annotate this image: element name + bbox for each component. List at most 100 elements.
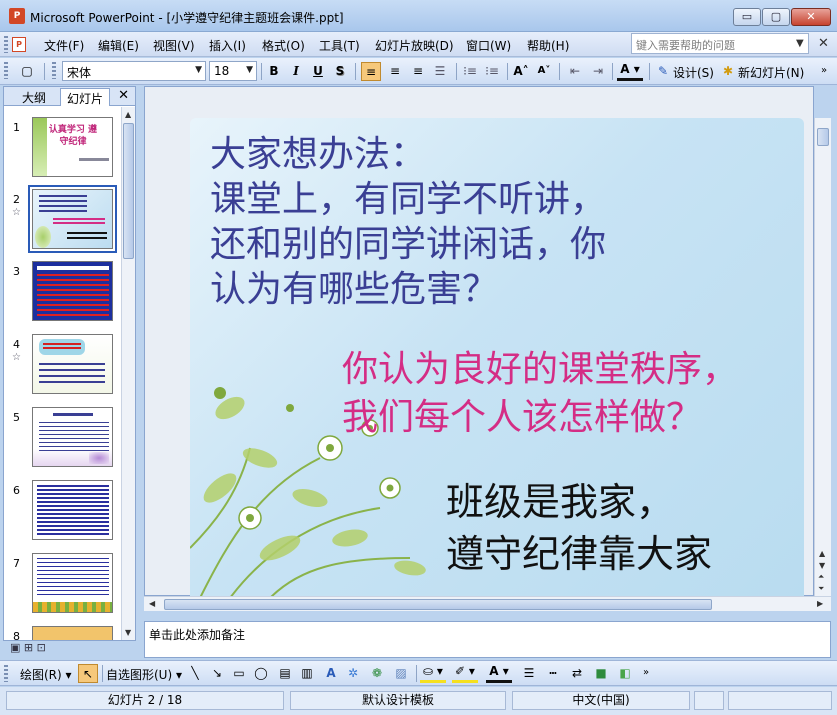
scrollbar-thumb[interactable]	[164, 599, 712, 610]
scroll-left-icon[interactable]: ◀	[149, 599, 155, 608]
rectangle-tool-icon[interactable]: ▭	[230, 664, 248, 683]
draw-menu-button[interactable]: 绘图(R) ▾	[20, 666, 72, 683]
normal-view-icon[interactable]: ▣	[10, 641, 20, 654]
scroll-down-icon[interactable]: ▼	[819, 561, 825, 570]
scroll-down-icon[interactable]: ▼	[125, 628, 131, 637]
new-slide-button[interactable]: 新幻灯片(N)	[738, 64, 804, 81]
bullet-list-icon[interactable]: ⁝≡	[482, 62, 502, 81]
shadow-button[interactable]: S	[331, 62, 349, 81]
slogan-text[interactable]: 班级是我家， 遵守纪律靠大家	[446, 476, 712, 580]
menu-format[interactable]: 格式(O)	[262, 37, 305, 54]
slide-sorter-icon[interactable]: ⊞	[24, 641, 33, 654]
document-icon[interactable]: P	[12, 37, 26, 52]
decrease-font-icon[interactable]: A˅	[534, 62, 554, 81]
distributed-align-icon[interactable]: ☰	[430, 62, 450, 81]
slide-canvas[interactable]: 大家想办法： 课堂上，有同学不听讲， 还和别的同学讲闲话，你 认为有哪些危害？ …	[190, 118, 804, 596]
new-document-icon[interactable]: ▢	[18, 62, 36, 81]
vertical-textbox-icon[interactable]: ▥	[298, 664, 316, 683]
document-close-icon[interactable]: ✕	[818, 36, 829, 51]
slide-thumbnail-4[interactable]	[32, 334, 113, 394]
font-size-select[interactable]: 18 ▼	[209, 61, 257, 81]
decrease-indent-icon[interactable]: ⇤	[565, 62, 585, 81]
slide-thumbnail-3[interactable]	[32, 261, 113, 321]
slide-thumbnail-8[interactable]	[32, 626, 113, 640]
increase-indent-icon[interactable]: ⇥	[588, 62, 608, 81]
pane-close-icon[interactable]: ✕	[118, 88, 129, 103]
next-slide-icon[interactable]: ⏷	[818, 584, 824, 594]
help-dropdown-icon[interactable]: ▼	[796, 38, 804, 49]
insert-picture-icon[interactable]: ▨	[392, 664, 410, 683]
italic-button[interactable]: I	[287, 62, 305, 81]
menu-file[interactable]: 文件(F)	[44, 37, 84, 54]
new-slide-icon[interactable]: ✱	[720, 62, 736, 81]
slide-thumbnail-1[interactable]: 认真学习 遵守纪律	[32, 117, 113, 177]
scrollbar-thumb[interactable]	[123, 123, 134, 259]
diagram-icon[interactable]: ✲	[344, 664, 362, 683]
scroll-up-icon[interactable]: ▲	[125, 110, 131, 119]
drawing-toolbar-options-icon[interactable]: »	[640, 664, 652, 683]
question-line: 认为有哪些危害？	[210, 269, 499, 310]
toolbar-grip[interactable]	[4, 665, 8, 682]
drawing-font-color-icon[interactable]: A ▾	[486, 664, 512, 683]
question-text[interactable]: 大家想办法： 课堂上，有同学不听讲， 还和别的同学讲闲话，你 认为有哪些危害？	[210, 132, 606, 312]
powerpoint-app-icon[interactable]: P	[9, 8, 25, 24]
line-color-icon[interactable]: ✐ ▾	[452, 664, 478, 683]
arrow-tool-icon[interactable]: ↘	[208, 664, 226, 683]
close-button[interactable]: ✕	[791, 8, 831, 26]
autoshapes-menu-button[interactable]: 自选图形(U) ▾	[106, 666, 182, 683]
menu-edit[interactable]: 编辑(E)	[98, 37, 139, 54]
tab-slides[interactable]: 幻灯片	[60, 88, 111, 106]
align-right-icon[interactable]: ≡	[408, 62, 428, 81]
font-color-icon[interactable]: A ▾	[617, 62, 643, 81]
slideshow-icon[interactable]: ⊡	[37, 641, 46, 654]
help-search-input[interactable]: 键入需要帮助的问题	[631, 33, 809, 54]
slide-horizontal-scrollbar[interactable]: ◀ ▶	[144, 596, 831, 611]
pink-prompt-text[interactable]: 你认为良好的课堂秩序， 我们每个人该怎样做？	[342, 346, 738, 442]
slide-thumbnail-7[interactable]	[32, 553, 113, 613]
font-name-select[interactable]: 宋体 ▼	[62, 61, 206, 81]
toolbar-options-icon[interactable]: »	[816, 62, 832, 81]
textbox-tool-icon[interactable]: ▤	[276, 664, 294, 683]
align-center-icon[interactable]: ≡	[385, 62, 405, 81]
scrollbar-thumb[interactable]	[817, 128, 829, 146]
underline-button[interactable]: U	[309, 62, 327, 81]
slide-vertical-scrollbar[interactable]: ▲ ▼ ⏶ ⏷	[814, 118, 831, 596]
design-icon[interactable]: ✎	[655, 62, 671, 81]
line-style-icon[interactable]: ☰	[520, 664, 538, 683]
clipart-icon[interactable]: ❁	[368, 664, 386, 683]
maximize-button[interactable]: ▢	[762, 8, 790, 26]
increase-font-icon[interactable]: A˄	[511, 62, 531, 81]
toolbar-grip[interactable]	[52, 62, 56, 79]
toolbar-grip[interactable]	[4, 36, 8, 53]
design-button[interactable]: 设计(S)	[673, 64, 714, 81]
minimize-button[interactable]: ▭	[733, 8, 761, 26]
numbered-list-icon[interactable]: ⁝≡	[460, 62, 480, 81]
menu-insert[interactable]: 插入(I)	[209, 37, 246, 54]
previous-slide-icon[interactable]: ⏶	[818, 572, 824, 582]
menu-slideshow[interactable]: 幻灯片放映(D)	[375, 37, 454, 54]
line-tool-icon[interactable]: ╲	[186, 664, 204, 683]
thumbnails-scrollbar[interactable]: ▲ ▼	[121, 107, 135, 640]
slide-thumbnail-5[interactable]	[32, 407, 113, 467]
dash-style-icon[interactable]: ┅	[544, 664, 562, 683]
arrow-style-icon[interactable]: ⇄	[568, 664, 586, 683]
align-left-icon[interactable]: ≡	[361, 62, 381, 81]
scroll-right-icon[interactable]: ▶	[817, 599, 823, 608]
menu-help[interactable]: 帮助(H)	[527, 37, 569, 54]
tab-outline[interactable]: 大纲	[16, 88, 52, 106]
fill-color-icon[interactable]: ⛀ ▾	[420, 664, 446, 683]
menu-window[interactable]: 窗口(W)	[466, 37, 511, 54]
shadow-style-icon[interactable]: ■	[592, 664, 610, 683]
select-pointer-icon[interactable]: ↖	[78, 664, 98, 683]
3d-style-icon[interactable]: ◧	[616, 664, 634, 683]
menu-view[interactable]: 视图(V)	[153, 37, 195, 54]
slide-thumbnail-2[interactable]	[28, 185, 117, 253]
toolbar-grip[interactable]	[4, 62, 8, 79]
bold-button[interactable]: B	[265, 62, 283, 81]
notes-pane[interactable]: 单击此处添加备注	[144, 621, 831, 658]
slide-thumbnail-6[interactable]	[32, 480, 113, 540]
scroll-up-icon[interactable]: ▲	[819, 549, 825, 558]
wordart-icon[interactable]: A	[322, 664, 340, 683]
menu-tools[interactable]: 工具(T)	[319, 37, 360, 54]
oval-tool-icon[interactable]: ◯	[252, 664, 270, 683]
